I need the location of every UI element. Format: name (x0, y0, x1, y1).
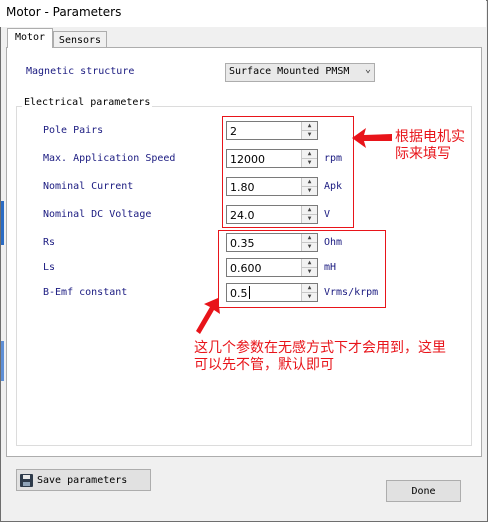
pole-pairs-label: Pole Pairs (43, 125, 104, 136)
annotation-box-sensorless (218, 230, 386, 308)
annotation-note-sensorless: 这几个参数在无感方式下才会用到，这里 可以先不管，默认即可 (194, 340, 446, 373)
chevron-down-icon: ⌄ (364, 64, 371, 75)
magnetic-structure-select[interactable]: Surface Mounted PMSM ⌄ (225, 63, 375, 82)
select-value: Surface Mounted PMSM (229, 66, 350, 77)
ls-label: Ls (43, 262, 56, 273)
nominal-current-label: Nominal Current (43, 181, 134, 192)
nominal-dc-voltage-label: Nominal DC Voltage (43, 209, 152, 220)
b-emf-constant-label: B-Emf constant (43, 287, 128, 298)
annotation-arrow-icon (352, 128, 392, 148)
magnetic-structure-label: Magnetic structure (26, 66, 135, 77)
annotation-arrow-icon (196, 298, 220, 334)
electrical-parameters-title: Electrical parameters (22, 97, 153, 108)
max-speed-label: Max. Application Speed (43, 153, 176, 164)
annotation-note-fill-by-motor: 根据电机实 际来填写 (395, 129, 465, 162)
rs-label: Rs (43, 237, 56, 248)
annotation-box-motor-specs (222, 116, 354, 228)
